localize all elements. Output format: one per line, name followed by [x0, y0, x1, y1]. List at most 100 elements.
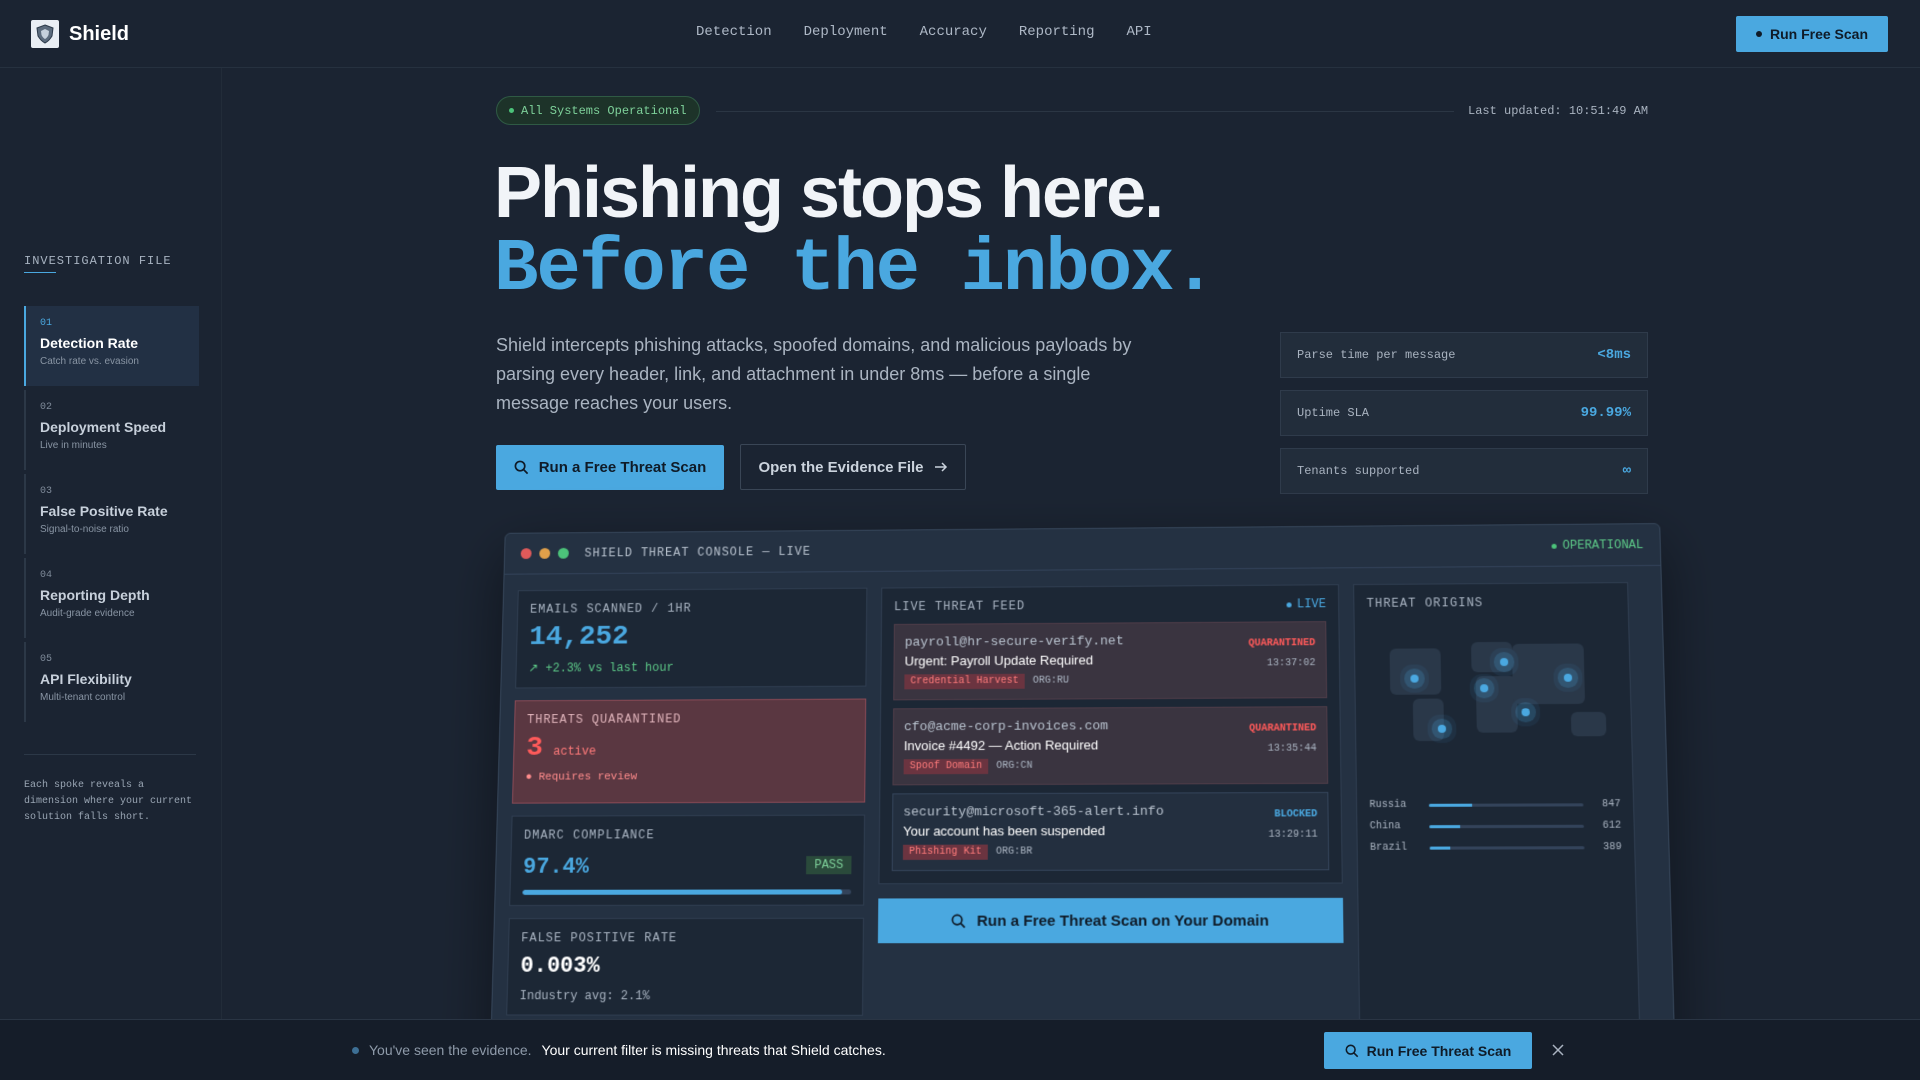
banner-cta-label: Run Free Threat Scan [1366, 1042, 1512, 1059]
nav-run-scan-button[interactable]: Run Free Scan [1736, 16, 1888, 52]
map-landmass [1389, 648, 1442, 695]
threats-quarantined-card[interactable]: THREATS QUARANTINED 3 active ● Requires … [511, 698, 867, 804]
arrow-right-icon [934, 462, 947, 472]
console-stats-column: EMAILS SCANNED / 1HR 14,252 ↗ +2.3% vs l… [506, 587, 868, 1028]
origin-count: 389 [1602, 842, 1622, 854]
origin-row: Brazil 389 [1370, 842, 1622, 854]
open-evidence-file-button[interactable]: Open the Evidence File [740, 444, 966, 490]
trend-up-icon: ↗ [528, 661, 539, 676]
sidebar-item-detection-rate[interactable]: 01 Detection Rate Catch rate vs. evasion [24, 306, 199, 386]
console-status-text: OPERATIONAL [1562, 538, 1644, 553]
metric-parse-time: Parse time per message <8ms [1280, 332, 1648, 378]
metric-value: <8ms [1597, 347, 1631, 363]
window-close-dot[interactable] [520, 548, 532, 559]
origin-count: 847 [1601, 799, 1621, 811]
threat-type-tag: Credential Harvest [904, 673, 1025, 690]
feed-item-time: 13:29:11 [1268, 829, 1318, 841]
nav-link-accuracy[interactable]: Accuracy [920, 24, 987, 40]
false-positive-sub: Industry avg: 2.1% [519, 989, 650, 1004]
emails-delta: ↗ +2.3% vs last hour [528, 659, 853, 676]
origin-bar-track [1429, 846, 1585, 850]
feed-title: LIVE THREAT FEED [893, 599, 1026, 615]
hero-description: Shield intercepts phishing attacks, spoo… [496, 335, 1132, 413]
threat-pin[interactable] [1563, 673, 1573, 682]
origin-bar-track [1429, 824, 1584, 829]
feed-item-time: 13:35:44 [1267, 743, 1317, 755]
sidebar-item-label: API Flexibility [40, 671, 132, 687]
sidebar-item-subtitle: Audit-grade evidence [40, 608, 135, 619]
threats-note: ● Requires review [525, 770, 852, 783]
console-title: SHIELD THREAT CONSOLE — LIVE [584, 544, 811, 560]
feed-item-time: 13:37:02 [1266, 658, 1316, 670]
nav-link-api[interactable]: API [1126, 24, 1151, 40]
feed-item-subject: Invoice #4492 — Action Required [903, 737, 1099, 754]
window-minimize-dot[interactable] [539, 548, 551, 559]
threat-pin[interactable] [1479, 684, 1489, 693]
sidebar-item-label: Detection Rate [40, 335, 139, 351]
bottom-cta-banner: You've seen the evidence. Your current f… [0, 1019, 1920, 1080]
metric-value: 99.99% [1580, 405, 1631, 421]
sidebar-item-false-positive-rate[interactable]: 03 False Positive Rate Signal-to-noise r… [24, 474, 199, 554]
threats-count: 3 [525, 732, 544, 764]
feed-header: LIVE THREAT FEED LIVE [894, 597, 1326, 614]
sidebar-item-number: 04 [40, 570, 53, 581]
threat-pin[interactable] [1410, 674, 1419, 683]
scan-domain-label: Run a Free Threat Scan on Your Domain [976, 911, 1269, 930]
threat-type-tag: Spoof Domain [903, 758, 989, 775]
sidebar-note: Each spoke reveals a dimension where you… [24, 780, 193, 823]
metric-label: Tenants supported [1297, 464, 1420, 478]
origin-bar-fill [1428, 803, 1473, 807]
nav-links: Detection Deployment Accuracy Reporting … [696, 24, 1152, 40]
sidebar-item-label: Reporting Depth [40, 587, 150, 603]
threats-note-text: Requires review [538, 771, 638, 784]
sidebar-item-reporting-depth[interactable]: 04 Reporting Depth Audit-grade evidence [24, 558, 199, 638]
map-landmass [1470, 641, 1513, 673]
feed-item-tags: Phishing Kit ORG:BR [902, 844, 1318, 860]
origin-row: Russia 847 [1369, 799, 1620, 811]
threat-pin[interactable] [1499, 657, 1509, 667]
nav-link-reporting[interactable]: Reporting [1019, 24, 1095, 40]
brand-logo[interactable]: Shield [31, 20, 129, 48]
run-threat-scan-button[interactable]: Run a Free Threat Scan [496, 445, 724, 490]
search-icon [951, 913, 966, 928]
live-threat-feed-column: LIVE THREAT FEED LIVE payroll@hr-secure-… [877, 584, 1344, 944]
sidebar-item-api-flexibility[interactable]: 05 API Flexibility Multi-tenant control [24, 642, 199, 722]
emails-scanned-value: 14,252 [528, 621, 629, 653]
close-banner-button[interactable] [1548, 1040, 1568, 1060]
map-landmass [1511, 643, 1586, 705]
metric-label: Parse time per message [1297, 348, 1456, 362]
dmarc-value: 97.4% [522, 854, 590, 880]
nav-link-deployment[interactable]: Deployment [804, 24, 888, 40]
live-dot-icon [1286, 601, 1292, 607]
card-label: EMAILS SCANNED / 1HR [529, 601, 692, 617]
world-map [1369, 627, 1618, 769]
feed-live-indicator: LIVE [1286, 597, 1327, 612]
feed-live-text: LIVE [1296, 597, 1327, 612]
banner-dot-icon [352, 1046, 359, 1054]
origin-tag: ORG:RU [1032, 675, 1070, 687]
scan-domain-button[interactable]: Run a Free Threat Scan on Your Domain [877, 897, 1344, 944]
card-label: DMARC COMPLIANCE [523, 828, 655, 843]
brand-name: Shield [69, 22, 130, 45]
banner-message: You've seen the evidence. Your current f… [352, 1042, 886, 1058]
window-maximize-dot[interactable] [557, 547, 569, 559]
status-divider [716, 111, 1454, 112]
feed-item[interactable]: payroll@hr-secure-verify.net Urgent: Pay… [893, 621, 1328, 701]
console-status: OPERATIONAL [1551, 538, 1644, 553]
threat-pin[interactable] [1521, 708, 1530, 717]
false-positive-card: FALSE POSITIVE RATE 0.003% Industry avg:… [506, 917, 864, 1016]
feed-item[interactable]: security@microsoft-365-alert.info Your a… [891, 791, 1330, 872]
threat-console-wrapper: SHIELD THREAT CONSOLE — LIVE OPERATIONAL… [488, 523, 1677, 1080]
sidebar-divider [24, 754, 196, 755]
sidebar-item-subtitle: Signal-to-noise ratio [40, 524, 129, 535]
system-status-badge: All Systems Operational [496, 96, 700, 125]
feed-item-subject: Urgent: Payroll Update Required [904, 652, 1094, 669]
threat-pin[interactable] [1437, 724, 1447, 733]
dmarc-progress-track [522, 889, 852, 895]
nav-link-detection[interactable]: Detection [696, 24, 772, 40]
banner-run-scan-button[interactable]: Run Free Threat Scan [1324, 1032, 1532, 1069]
last-updated: Last updated: 10:51:49 AM [1468, 104, 1649, 118]
feed-item[interactable]: cfo@acme-corp-invoices.com Invoice #4492… [892, 706, 1329, 786]
origin-bar-fill [1429, 825, 1461, 829]
sidebar-item-deployment-speed[interactable]: 02 Deployment Speed Live in minutes [24, 390, 199, 470]
